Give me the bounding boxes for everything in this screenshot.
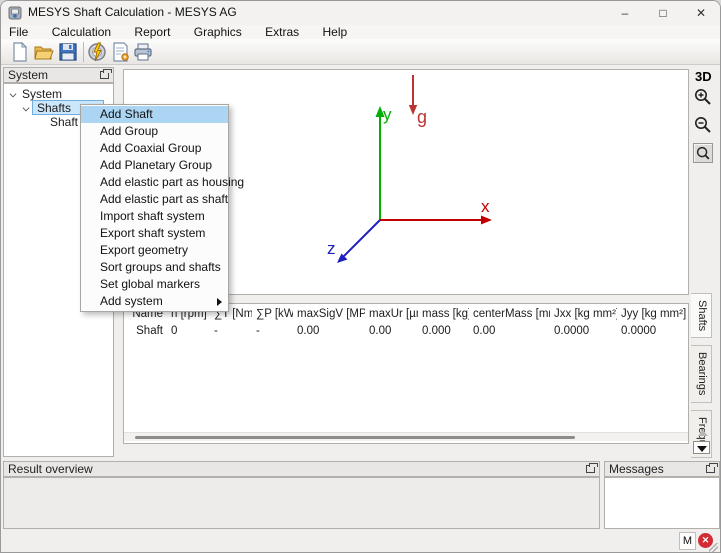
col-mass[interactable]: mass [kg]	[418, 306, 469, 320]
toolbar-separator	[83, 42, 84, 62]
tab-scroll-up-icon[interactable]	[698, 430, 708, 436]
result-panel-header: Result overview	[3, 461, 600, 477]
tree-item-system[interactable]: System	[4, 87, 113, 101]
cell-n: 0	[167, 323, 210, 337]
horizontal-scrollbar[interactable]	[124, 432, 688, 441]
menu-help[interactable]: Help	[313, 25, 358, 39]
tab-shafts[interactable]: Shafts	[691, 293, 712, 338]
cell-name: Shaft	[124, 323, 167, 337]
menu-calculation[interactable]: Calculation	[42, 25, 121, 39]
table-row[interactable]: Shaft0--0.000.000.0000.000.00000.00000.0…	[124, 323, 689, 340]
menu-item-sort-groups[interactable]: Sort groups and shafts	[81, 259, 228, 276]
side-tab-bar: Shafts Bearings Freque	[691, 293, 717, 465]
app-window: MESYS Shaft Calculation - MESYS AG – □ ✕…	[0, 0, 721, 553]
float-panel-icon[interactable]	[586, 465, 595, 473]
menu-item-add-group[interactable]: Add Group	[81, 123, 228, 140]
resize-grip[interactable]	[709, 543, 718, 552]
menu-item-add-elastic-housing[interactable]: Add elastic part as housing	[81, 174, 228, 191]
view-3d-button[interactable]: 3D	[693, 69, 719, 84]
menu-item-export-geometry[interactable]: Export geometry	[81, 242, 228, 259]
cell-centermass: 0.00	[469, 323, 550, 337]
menu-item-add-planetary-group[interactable]: Add Planetary Group	[81, 157, 228, 174]
status-bar: M ✕	[1, 529, 720, 553]
title-bar: MESYS Shaft Calculation - MESYS AG – □ ✕	[1, 1, 720, 25]
zoom-in-icon[interactable]	[693, 87, 713, 107]
marker-toggle[interactable]: M	[679, 532, 696, 550]
col-jxx[interactable]: Jxx [kg mm²]	[550, 306, 617, 320]
menu-extras[interactable]: Extras	[255, 25, 309, 39]
gravity-label: g	[417, 107, 427, 127]
result-overview-content	[3, 477, 600, 529]
close-button[interactable]: ✕	[682, 1, 720, 25]
zoom-fit-icon[interactable]	[693, 143, 713, 163]
system-panel-header: System	[3, 67, 114, 83]
col-jyy[interactable]: Jyy [kg mm²]	[617, 306, 688, 320]
cell-power: -	[252, 323, 293, 337]
cell-jxx: 0.0000	[550, 323, 617, 337]
col-maxsigv[interactable]: maxSigV [MPa]	[293, 306, 365, 320]
messages-panel-header: Messages	[604, 461, 720, 477]
cell-torque: -	[210, 323, 252, 337]
menu-bar: File Calculation Report Graphics Extras …	[1, 25, 720, 39]
context-menu: Add Shaft Add Group Add Coaxial Group Ad…	[80, 104, 229, 312]
col-centermass[interactable]: centerMass [mm]	[469, 306, 550, 320]
save-icon[interactable]	[58, 42, 78, 62]
tab-bearings[interactable]: Bearings	[691, 345, 712, 402]
menu-item-add-system-label: Add system	[100, 294, 163, 308]
z-axis-label: z	[327, 239, 336, 258]
menu-report[interactable]: Report	[124, 25, 180, 39]
open-file-icon[interactable]	[34, 42, 54, 62]
menu-item-import-shaft-system[interactable]: Import shaft system	[81, 208, 228, 225]
col-jzz[interactable]: Jzz [k	[688, 306, 689, 320]
cell-mass: 0.000	[418, 323, 469, 337]
zoom-out-icon[interactable]	[693, 115, 713, 135]
new-file-icon[interactable]	[10, 42, 30, 62]
messages-panel-title: Messages	[609, 462, 664, 476]
col-maxur[interactable]: maxUr [µm]	[365, 306, 418, 320]
app-icon	[8, 6, 22, 20]
cell-jzz: 0.000	[688, 323, 689, 337]
cell-maxur: 0.00	[365, 323, 418, 337]
float-panel-icon[interactable]	[706, 465, 715, 473]
messages-content	[604, 477, 720, 529]
float-panel-icon[interactable]	[100, 71, 109, 79]
menu-graphics[interactable]: Graphics	[184, 25, 252, 39]
main-toolbar	[1, 39, 720, 65]
window-title: MESYS Shaft Calculation - MESYS AG	[28, 5, 237, 19]
view-toolbar: 3D	[693, 69, 719, 168]
chevron-down-icon[interactable]	[23, 105, 30, 112]
system-panel-title: System	[8, 68, 48, 82]
result-panel-title: Result overview	[8, 462, 93, 476]
menu-item-add-shaft[interactable]: Add Shaft	[81, 106, 228, 123]
minimize-button[interactable]: –	[606, 1, 644, 25]
cell-maxsigv: 0.00	[293, 323, 365, 337]
menu-item-add-coaxial-group[interactable]: Add Coaxial Group	[81, 140, 228, 157]
col-power[interactable]: ∑P [kW]	[252, 306, 293, 320]
x-axis-label: x	[481, 197, 490, 216]
menu-file[interactable]: File	[1, 25, 38, 39]
report-icon[interactable]	[111, 42, 131, 62]
maximize-button[interactable]: □	[644, 1, 682, 25]
shaft-table-panel: Namen [rpm]∑T [Nm]∑P [kW]maxSigV [MPa]ma…	[123, 303, 689, 444]
menu-item-set-global-markers[interactable]: Set global markers	[81, 276, 228, 293]
menu-item-export-shaft-system[interactable]: Export shaft system	[81, 225, 228, 242]
y-axis-label: y	[383, 105, 392, 124]
submenu-arrow-icon	[217, 298, 222, 306]
calculate-icon[interactable]	[87, 42, 107, 62]
cell-jyy: 0.0000	[617, 323, 688, 337]
chevron-down-icon[interactable]	[10, 91, 17, 98]
scrollbar-thumb[interactable]	[135, 436, 575, 439]
menu-item-add-system[interactable]: Add system	[81, 293, 228, 310]
tab-scroll-down-icon[interactable]	[693, 441, 710, 454]
menu-item-add-elastic-shaft[interactable]: Add elastic part as shaft	[81, 191, 228, 208]
print-icon[interactable]	[133, 42, 153, 62]
